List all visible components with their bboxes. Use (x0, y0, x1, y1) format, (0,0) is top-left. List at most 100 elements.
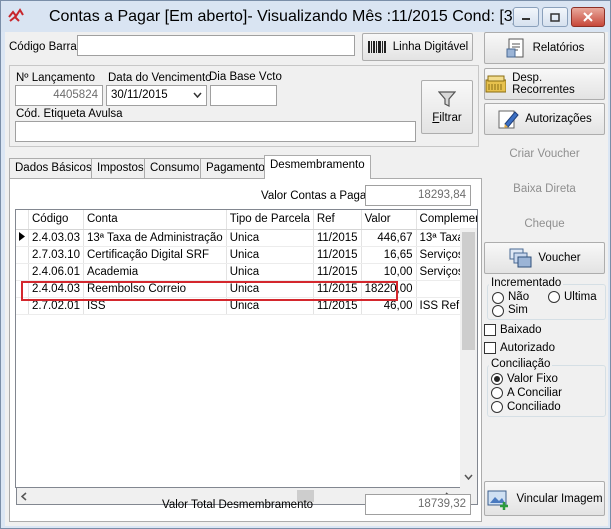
col-header-complemento[interactable]: Complemento (416, 210, 477, 230)
baixado-checkbox[interactable] (484, 324, 496, 336)
etiqueta-input[interactable] (15, 121, 416, 142)
table-row[interactable]: 2.4.03.03 13ª Taxa de Administração Unic… (16, 229, 477, 247)
desmembramento-grid[interactable]: Código Conta Tipo de Parcela Ref Valor C… (15, 209, 478, 488)
linha-digitavel-button[interactable]: Linha Digitável (362, 33, 473, 61)
col-header-valor[interactable]: Valor (361, 210, 417, 230)
cell-conta[interactable]: Academia (83, 263, 227, 281)
tab-dados-basicos[interactable]: Dados Básicos (9, 158, 98, 178)
incrementado-title: Incrementado (489, 277, 564, 289)
col-header-ref[interactable]: Ref (313, 210, 362, 230)
barcode-input[interactable] (77, 35, 355, 56)
cell-tipo[interactable]: Unica (226, 263, 314, 281)
nao-radio[interactable] (492, 292, 504, 304)
valor-contas-label: Valor Contas a Pagar (261, 190, 371, 202)
baixa-direta-label: Baixa Direta (513, 183, 576, 195)
row-indicator (16, 280, 29, 298)
linha-digitavel-label: Linha Digitável (392, 41, 469, 53)
cheque-button[interactable]: Cheque (484, 209, 605, 239)
barcode-icon (367, 41, 386, 53)
cell-ref[interactable]: 11/2015 (313, 280, 362, 298)
col-header-codigo[interactable]: Código (28, 210, 84, 230)
cell-ref[interactable]: 11/2015 (313, 229, 362, 247)
cell-conta[interactable]: Reembolso Correio (83, 280, 227, 298)
cell-valor[interactable]: 16,65 (361, 246, 417, 264)
relatorios-button[interactable]: Relatórios (484, 32, 605, 64)
col-header-conta[interactable]: Conta (83, 210, 227, 230)
maximize-icon (550, 12, 560, 22)
cell-conta[interactable]: Certificação Digital SRF (83, 246, 227, 264)
cell-valor[interactable]: 10,00 (361, 263, 417, 281)
conciliacao-title: Conciliação (489, 358, 553, 370)
triangle-right-icon (19, 231, 25, 241)
table-row[interactable]: 2.7.02.01 ISS Unica 11/2015 46,00 ISS Re… (16, 297, 477, 315)
lancamento-field[interactable]: 4405824 (15, 85, 103, 106)
voucher-button[interactable]: Voucher (484, 242, 605, 274)
cell-conta[interactable]: ISS (83, 297, 227, 315)
cell-codigo[interactable]: 2.7.02.01 (28, 297, 84, 315)
maximize-button[interactable] (542, 7, 568, 27)
autorizacoes-button[interactable]: Autorizações (484, 103, 605, 135)
cell-valor[interactable]: 46,00 (361, 297, 417, 315)
desp-recorrentes-label: Desp. Recorrentes (512, 72, 575, 96)
filtrar-label: Filtrar (432, 112, 462, 124)
vencimento-date-picker[interactable]: 30/11/2015 (106, 85, 207, 106)
cell-codigo[interactable]: 2.7.03.10 (28, 246, 84, 264)
nao-label: Não (508, 291, 530, 303)
conciliado-label: Conciliado (507, 401, 561, 413)
cell-conta[interactable]: 13ª Taxa de Administração (83, 229, 227, 247)
cell-tipo[interactable]: Unica (226, 246, 314, 264)
valor-contas-field: 18293,84 (365, 185, 471, 206)
grid-vertical-scrollbar[interactable] (460, 228, 477, 488)
baixa-direta-button[interactable]: Baixa Direta (484, 174, 605, 204)
scroll-down-arrow-icon[interactable] (464, 474, 473, 480)
cell-codigo[interactable]: 2.4.03.03 (28, 229, 84, 247)
table-row[interactable]: 2.7.03.10 Certificação Digital SRF Unica… (16, 246, 477, 264)
row-indicator (16, 263, 29, 281)
dia-base-input[interactable] (210, 85, 277, 106)
signature-pen-icon (498, 110, 519, 129)
ultima-radio[interactable] (548, 291, 560, 303)
tab-pagamento[interactable]: Pagamento (200, 158, 271, 178)
cell-tipo[interactable]: Unica (226, 297, 314, 315)
tab-desmembramento[interactable]: Desmembramento (264, 155, 371, 179)
filtrar-button[interactable]: Filtrar (421, 80, 473, 134)
title-bar[interactable]: Contas a Pagar [Em aberto]- Visualizando… (1, 1, 610, 32)
cell-valor[interactable]: 18220,00 (361, 280, 417, 298)
cell-codigo[interactable]: 2.4.04.03 (28, 280, 84, 298)
current-row-indicator (16, 229, 29, 247)
criar-voucher-button[interactable]: Criar Voucher (484, 139, 605, 169)
cell-tipo[interactable]: Unica (226, 229, 314, 247)
relatorios-label: Relatórios (532, 42, 585, 54)
valor-fixo-radio[interactable] (491, 373, 503, 385)
cell-tipo[interactable]: Unica (226, 280, 314, 298)
cell-codigo[interactable]: 2.4.06.01 (28, 263, 84, 281)
tab-impostos[interactable]: Impostos (91, 158, 150, 178)
cell-ref[interactable]: 11/2015 (313, 297, 362, 315)
table-row-highlighted[interactable]: 2.4.04.03 Reembolso Correio Unica 11/201… (16, 280, 477, 298)
sim-radio[interactable] (492, 305, 504, 317)
app-logo-icon (7, 7, 25, 25)
criar-voucher-label: Criar Voucher (509, 148, 580, 160)
ultima-label: Ultima (564, 291, 597, 303)
conciliado-radio[interactable] (491, 401, 503, 413)
desp-recorrentes-button[interactable]: Desp. Recorrentes (484, 68, 605, 100)
scroll-left-arrow-icon[interactable] (21, 492, 27, 501)
attach-image-icon (487, 490, 509, 510)
minimize-button[interactable] (513, 7, 539, 27)
vencimento-label: Data do Vencimento (108, 72, 212, 84)
cell-valor[interactable]: 446,67 (361, 229, 417, 247)
vertical-scroll-thumb[interactable] (462, 232, 475, 350)
chevron-down-icon[interactable] (193, 92, 202, 98)
vincular-imagem-label: Vincular Imagem (516, 492, 603, 505)
a-conciliar-radio[interactable] (491, 387, 503, 399)
vincular-imagem-button[interactable]: Vincular Imagem (484, 481, 605, 516)
cell-ref[interactable]: 11/2015 (313, 263, 362, 281)
col-header-tipo[interactable]: Tipo de Parcela (226, 210, 314, 230)
close-button[interactable] (571, 7, 605, 27)
cell-ref[interactable]: 11/2015 (313, 246, 362, 264)
tab-consumo[interactable]: Consumo (144, 158, 206, 178)
autorizado-checkbox[interactable] (484, 342, 496, 354)
table-row[interactable]: 2.4.06.01 Academia Unica 11/2015 10,00 S… (16, 263, 477, 281)
barcode-label: Código Barra (9, 41, 77, 53)
recurring-expenses-icon (485, 75, 507, 93)
